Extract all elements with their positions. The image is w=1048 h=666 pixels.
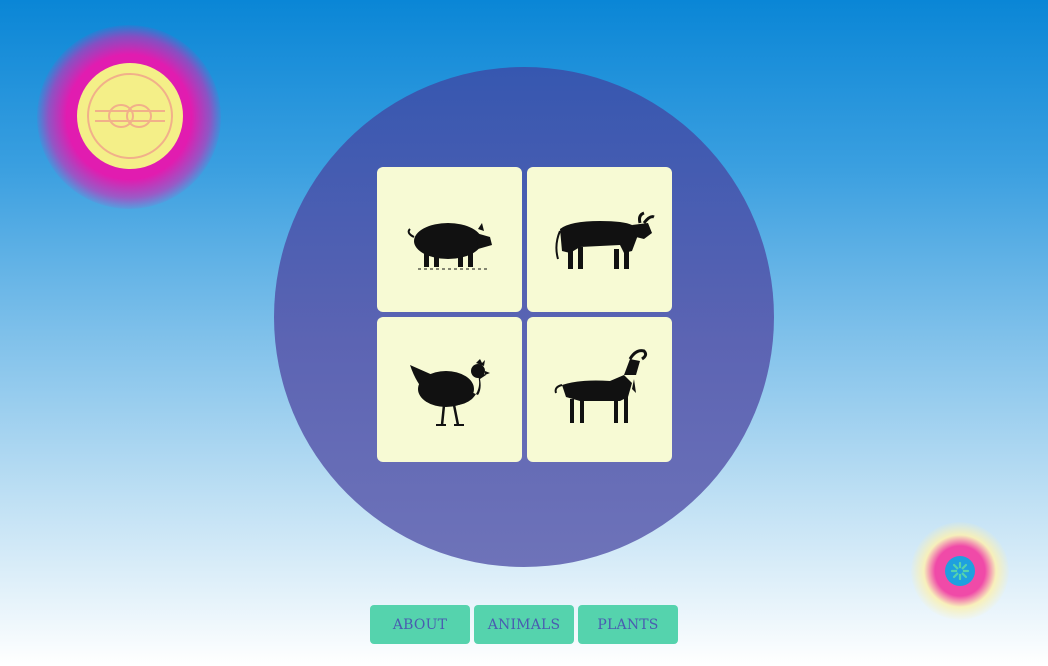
main-nav: ABOUT ANIMALS PLANTS — [370, 605, 678, 644]
hen-icon — [409, 358, 490, 426]
card-hen[interactable] — [377, 317, 522, 462]
card-bull[interactable] — [527, 167, 672, 312]
nav-animals-button[interactable]: ANIMALS — [474, 605, 574, 644]
card-goat[interactable] — [527, 317, 672, 462]
nav-about-button[interactable]: ABOUT — [370, 605, 470, 644]
flower-icon — [950, 561, 970, 581]
goat-icon — [554, 348, 647, 423]
card-pig[interactable] — [377, 167, 522, 312]
nav-plants-button[interactable]: PLANTS — [578, 605, 678, 644]
corner-badge[interactable] — [945, 556, 975, 586]
animal-gallery — [377, 167, 673, 463]
pig-icon — [407, 222, 492, 269]
knot-icon — [87, 73, 173, 159]
bull-icon — [554, 211, 655, 269]
logo[interactable] — [77, 63, 183, 169]
